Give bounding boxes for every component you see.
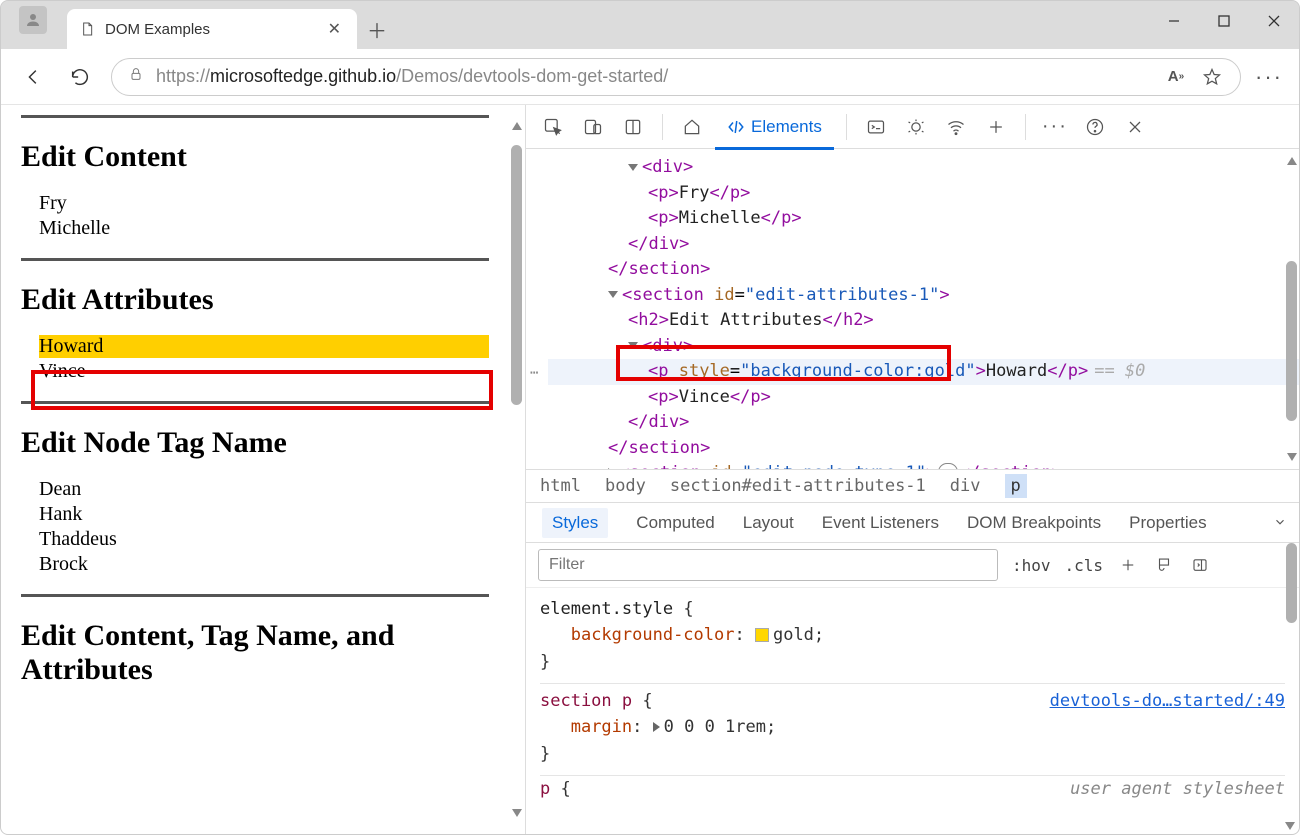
css-rule[interactable]: devtools-do…started/:49 section p { marg… xyxy=(540,684,1285,776)
window-close-button[interactable] xyxy=(1249,1,1299,41)
favorite-icon[interactable] xyxy=(1200,65,1224,89)
scroll-thumb[interactable] xyxy=(1286,261,1297,421)
layout-tab[interactable]: Layout xyxy=(743,513,794,533)
list-item: Brock xyxy=(39,553,489,576)
chevron-down-icon[interactable] xyxy=(1273,515,1287,529)
styles-filter-row: :hov .cls xyxy=(526,543,1299,588)
page-viewport: Edit Content Fry Michelle Edit Attribute… xyxy=(1,105,526,834)
event-listeners-tab[interactable]: Event Listeners xyxy=(822,513,939,533)
section-heading: Edit Attributes xyxy=(21,283,489,317)
devtools-panel: Elements ··· <div> <p>Fry</p> <p>Michell… xyxy=(526,105,1299,834)
section-heading: Edit Node Tag Name xyxy=(21,426,489,460)
tab-close-icon[interactable]: ✕ xyxy=(324,19,345,39)
address-bar: https://microsoftedge.github.io/Demos/de… xyxy=(1,49,1299,105)
user-agent-stylesheet-label: user agent stylesheet xyxy=(1070,776,1285,802)
dom-breakpoints-tab[interactable]: DOM Breakpoints xyxy=(967,513,1101,533)
back-button[interactable] xyxy=(19,62,49,92)
color-swatch-icon[interactable] xyxy=(755,628,769,642)
breadcrumb-item-selected[interactable]: p xyxy=(1005,474,1027,498)
issues-icon[interactable] xyxy=(899,110,933,144)
styles-scrollbar[interactable] xyxy=(1286,543,1297,587)
tab-title: DOM Examples xyxy=(105,21,314,38)
breadcrumb-item[interactable]: div xyxy=(950,476,981,496)
css-rule[interactable]: element.style { background-color: gold; … xyxy=(540,592,1285,684)
titlebar: DOM Examples ✕ ＋ xyxy=(1,1,1299,49)
list-item-highlighted: Howard xyxy=(39,335,489,358)
new-style-rule-icon[interactable] xyxy=(1117,554,1139,576)
section-heading: Edit Content xyxy=(21,140,489,174)
more-tabs-icon[interactable] xyxy=(979,110,1013,144)
page-scrollbar[interactable] xyxy=(511,109,522,830)
help-icon[interactable] xyxy=(1078,110,1112,144)
elements-tab[interactable]: Elements xyxy=(715,111,834,143)
hov-toggle[interactable]: :hov xyxy=(1012,556,1051,575)
toggle-pane-icon[interactable] xyxy=(1189,554,1211,576)
cls-toggle[interactable]: .cls xyxy=(1065,556,1104,575)
list-item: Vince xyxy=(39,360,489,383)
list-item: Dean xyxy=(39,478,489,501)
new-tab-button[interactable]: ＋ xyxy=(357,9,397,49)
window-maximize-button[interactable] xyxy=(1199,1,1249,41)
selected-element-line[interactable]: ⋯ <p style="background-color:gold">Howar… xyxy=(548,359,1299,385)
styles-subpanel-tabs: Styles Computed Layout Event Listeners D… xyxy=(526,503,1299,543)
scroll-thumb[interactable] xyxy=(511,145,522,405)
profile-avatar[interactable] xyxy=(19,6,47,34)
expand-shorthand-icon[interactable] xyxy=(653,722,660,732)
scroll-up-icon[interactable] xyxy=(512,121,522,130)
list-item: Thaddeus xyxy=(39,528,489,551)
scroll-down-icon[interactable] xyxy=(512,809,522,818)
network-conditions-icon[interactable] xyxy=(939,110,973,144)
list-item: Fry xyxy=(39,192,489,215)
breadcrumb-item[interactable]: html xyxy=(540,476,581,496)
device-toolbar-icon[interactable] xyxy=(576,110,610,144)
styles-filter-input[interactable] xyxy=(538,549,998,581)
list-item: Hank xyxy=(39,503,489,526)
more-menu-icon[interactable]: ··· xyxy=(1257,65,1281,89)
url-text: https://microsoftedge.github.io/Demos/de… xyxy=(156,66,1152,87)
section-heading: Edit Content, Tag Name, and Attributes xyxy=(21,619,489,687)
paint-brush-icon[interactable] xyxy=(1153,554,1175,576)
breadcrumb-item[interactable]: section#edit-attributes-1 xyxy=(670,476,926,496)
refresh-button[interactable] xyxy=(65,62,95,92)
close-devtools-icon[interactable] xyxy=(1118,110,1152,144)
elements-tree[interactable]: <div> <p>Fry</p> <p>Michelle</p> </div> … xyxy=(526,149,1299,469)
dock-icon[interactable] xyxy=(616,110,650,144)
browser-tab[interactable]: DOM Examples ✕ xyxy=(67,9,357,49)
tree-scrollbar[interactable] xyxy=(1286,151,1297,467)
properties-tab[interactable]: Properties xyxy=(1129,513,1206,533)
list-item: Michelle xyxy=(39,217,489,240)
document-icon xyxy=(79,21,95,37)
scroll-down-icon[interactable] xyxy=(1287,453,1297,461)
url-box[interactable]: https://microsoftedge.github.io/Demos/de… xyxy=(111,58,1241,96)
scroll-up-icon[interactable] xyxy=(1287,157,1297,165)
read-aloud-icon[interactable]: A» xyxy=(1164,65,1188,89)
dom-breadcrumb[interactable]: html body section#edit-attributes-1 div … xyxy=(526,469,1299,503)
styles-rules: element.style { background-color: gold; … xyxy=(526,588,1299,834)
console-icon[interactable] xyxy=(859,110,893,144)
computed-tab[interactable]: Computed xyxy=(636,513,714,533)
source-link[interactable]: devtools-do…started/:49 xyxy=(1050,688,1285,714)
inspect-element-icon[interactable] xyxy=(536,110,570,144)
css-rule[interactable]: user agent stylesheet p { xyxy=(540,776,1285,802)
settings-menu-icon[interactable]: ··· xyxy=(1038,110,1072,144)
breadcrumb-item[interactable]: body xyxy=(605,476,646,496)
lock-icon xyxy=(128,66,144,87)
welcome-tab-icon[interactable] xyxy=(675,110,709,144)
window-minimize-button[interactable] xyxy=(1149,1,1199,41)
devtools-toolbar: Elements ··· xyxy=(526,105,1299,149)
styles-tab[interactable]: Styles xyxy=(542,508,608,538)
scroll-down-icon[interactable] xyxy=(1285,822,1295,830)
